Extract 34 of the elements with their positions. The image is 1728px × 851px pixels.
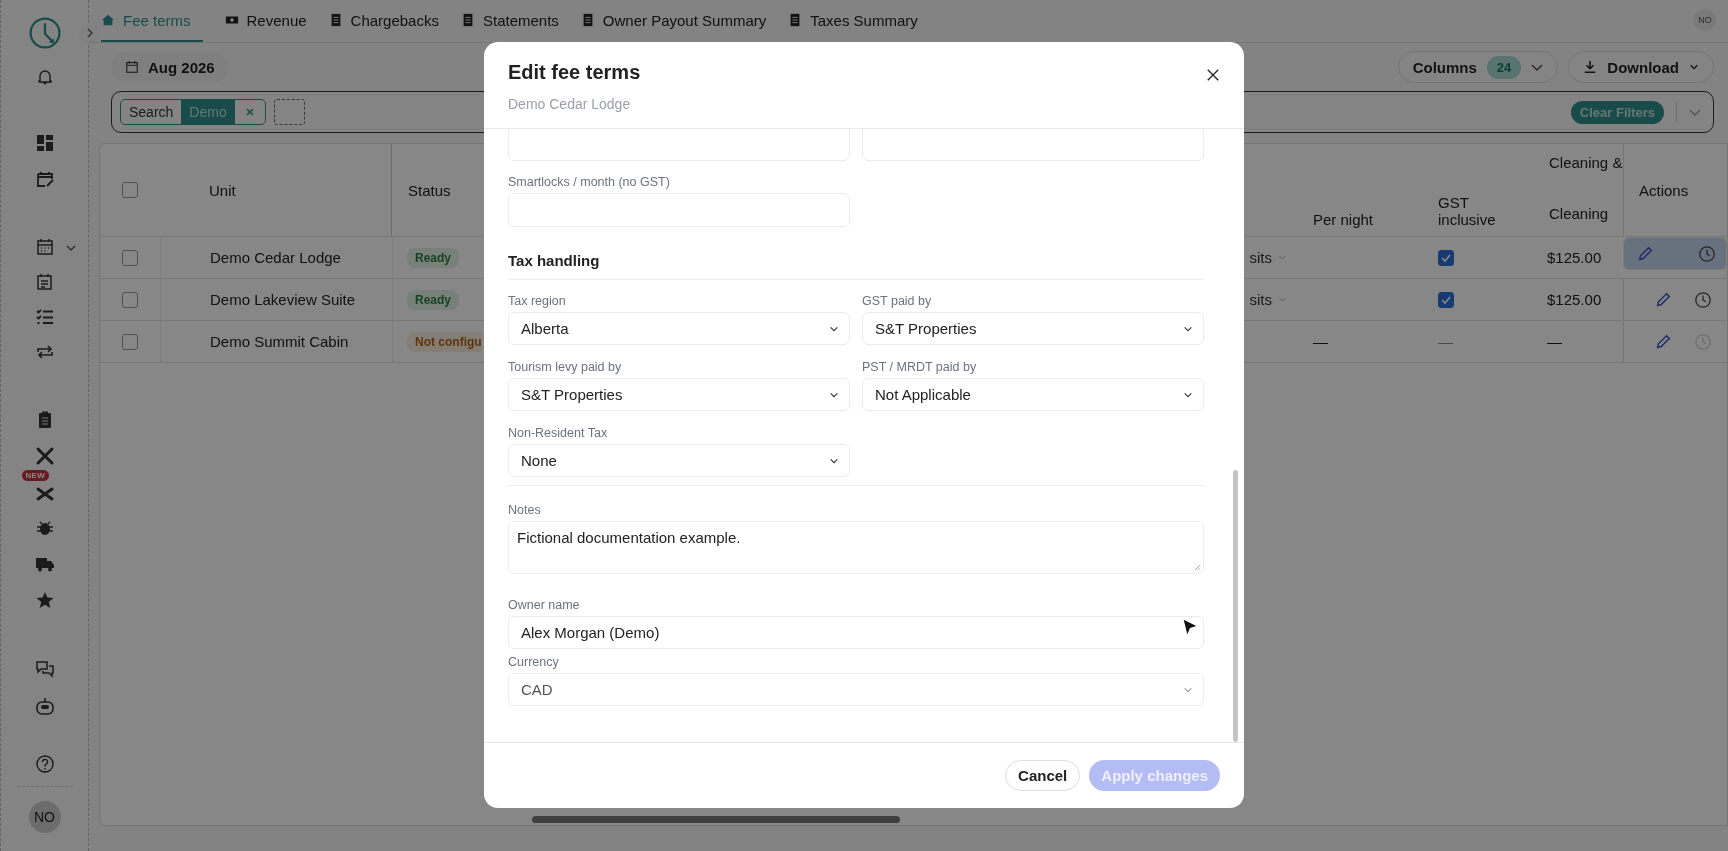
column-header: Actions (1639, 181, 1689, 199)
field-label: Currency (508, 654, 560, 670)
table-cell: $125.00 (1547, 291, 1602, 308)
field-label: Tax region (508, 293, 567, 309)
status-badge: Ready (407, 247, 460, 268)
field-label: Notes (508, 502, 542, 518)
field-label: GST paid by (862, 293, 933, 309)
status-badge: Ready (407, 289, 460, 310)
column-header: GST inclusive (1438, 193, 1497, 228)
table-cell: $125.00 (1547, 249, 1602, 266)
column-group-header: Cleaning & (1549, 154, 1623, 171)
unit-name: Demo Lakeview Suite (210, 291, 356, 308)
column-header: Unit (208, 181, 236, 199)
new-badge: NEW (21, 470, 50, 481)
table-cell: — (1438, 333, 1453, 350)
field-label: Owner name (508, 597, 581, 613)
status-badge: Not configu (407, 331, 482, 352)
dialog-subtitle: Demo Cedar Lodge (508, 96, 632, 112)
field-label: Smartlocks / month (no GST) (508, 174, 671, 190)
section-title: Tax handling (508, 251, 601, 271)
field-label: Non-Resident Tax (508, 425, 609, 441)
column-count-badge: 24 (1486, 55, 1522, 79)
field-label: PST / MRDT paid by (862, 359, 978, 375)
column-header: Cleaning (1549, 205, 1609, 222)
unit-name: Demo Cedar Lodge (210, 249, 341, 266)
column-header: Per night (1313, 211, 1374, 228)
table-cell: sits (1249, 291, 1272, 308)
dialog-title: Edit fee terms (508, 61, 641, 84)
unit-name: Demo Summit Cabin (210, 333, 349, 350)
column-header: Status (407, 181, 451, 199)
table-cell: — (1547, 333, 1562, 350)
field-label: Tourism levy paid by (508, 359, 623, 375)
table-cell: — (1313, 333, 1328, 350)
table-cell: sits (1249, 249, 1272, 266)
